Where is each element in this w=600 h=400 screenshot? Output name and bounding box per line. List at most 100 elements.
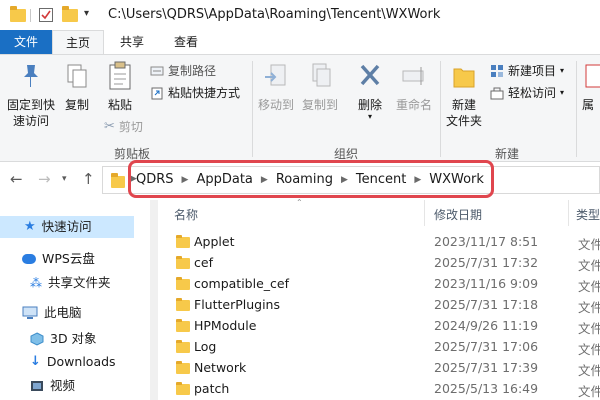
nav-item-downloads[interactable]: ↓ Downloads [0,351,150,373]
file-modified: 2025/5/13 16:49 [434,381,539,396]
ribbon-tabs: 文件 主页 共享 查看 [0,30,600,54]
tab-home[interactable]: 主页 [52,30,104,54]
file-modified: 2023/11/16 9:09 [434,276,539,291]
properties-button[interactable]: 属 [582,59,600,113]
folder-icon [176,256,190,269]
new-folder-label-1: 新建 [451,98,476,112]
paste-icon [109,61,131,90]
file-row-cef[interactable]: cef 2025/7/31 17:32 文件 [172,253,600,274]
up-arrow-icon[interactable]: ↑ [82,170,95,188]
file-modified: 2025/7/31 17:32 [434,255,539,270]
nav-item-quick-access[interactable]: ★ 快速访问 [0,216,134,238]
pin-icon [24,65,38,87]
copy-path-label: 复制路径 [168,64,217,78]
folder-icon [176,361,190,374]
rename-button[interactable]: 重命名 [392,59,436,113]
paste-label: 粘贴 [107,98,132,112]
easy-access-button[interactable]: 轻松访问 ▾ [490,85,564,101]
file-row-hpmodule[interactable]: HPModule 2024/9/26 11:19 文件 [172,316,600,337]
copy-to-button[interactable]: 复制到 [298,59,342,113]
nav-item-this-pc[interactable]: 此电脑 [0,302,150,324]
file-type: 文件 [578,258,600,273]
tab-view[interactable]: 查看 [160,30,212,54]
nav-item-videos[interactable]: 视频 [0,375,150,397]
file-row-log[interactable]: Log 2025/7/31 17:06 文件 [172,337,600,358]
copy-to-label: 复制到 [301,98,338,112]
tab-share[interactable]: 共享 [108,30,156,54]
pin-label-1: 固定到快 [6,98,55,112]
file-list: 名称 ⌃ 修改日期 类型 Applet 2023/11/17 8:51 文件 c… [158,198,600,400]
recent-locations-chevron-icon[interactable]: ▾ [62,174,67,184]
nav-item-label: 共享文件夹 [48,275,111,290]
file-row-network[interactable]: Network 2025/7/31 17:39 文件 [172,358,600,379]
nav-item-label: Downloads [46,354,116,369]
pin-label-2: 速访问 [12,114,49,128]
cloud-icon [22,254,36,264]
toolbar-divider [30,9,31,22]
new-item-button[interactable]: 新建项目 ▾ [490,63,564,79]
move-to-button[interactable]: 移动到 [256,59,296,113]
nav-item-label: 快速访问 [41,219,92,234]
delete-button[interactable]: 删除 ▾ [350,59,390,121]
file-modified: 2025/7/31 17:06 [434,339,539,354]
rename-label: 重命名 [395,98,432,112]
properties-icon [585,64,600,88]
computer-icon [22,306,38,319]
paste-shortcut-button[interactable]: 粘贴快捷方式 [150,85,240,101]
tab-file[interactable]: 文件 [0,30,52,54]
file-name: HPModule [194,318,257,333]
file-row-compatible-cef[interactable]: compatible_cef 2023/11/16 9:09 文件 [172,274,600,295]
copy-icon [67,64,87,88]
star-icon: ★ [24,219,36,234]
chevron-down-icon: ▾ [560,66,565,75]
file-type: 文件 [578,321,600,336]
file-row-patch[interactable]: patch 2025/5/13 16:49 文件 [172,379,600,400]
folder-icon [176,298,190,311]
properties-icon[interactable] [38,7,54,26]
pin-quick-access-button[interactable]: 固定到快 速访问 [2,59,60,129]
new-folder-button[interactable]: 新建 文件夹 [442,59,486,129]
nav-item-wps-cloud[interactable]: WPS云盘 [0,248,150,270]
copy-path-button[interactable]: 复制路径 [150,63,216,79]
address-highlight-annotation [128,160,494,198]
chevron-down-icon: ▾ [560,88,565,97]
download-icon: ↓ [30,354,41,369]
delete-icon [360,64,380,86]
customize-toolbar-icon[interactable]: ▾ [84,8,89,19]
easy-access-label: 轻松访问 [508,86,557,100]
file-type: 文件 [578,384,600,399]
delete-dropdown-icon[interactable]: ▾ [350,113,390,121]
paste-shortcut-icon [151,87,163,100]
column-divider[interactable] [568,200,569,226]
nav-item-label: WPS云盘 [42,251,95,266]
share-icon: ⁂ [30,276,42,290]
navigation-pane: ★ 快速访问 WPS云盘 ⁂ 共享文件夹 此电脑 3D 对象 ↓ Downloa… [0,200,150,400]
copy-button[interactable]: 复制 [60,59,94,113]
cube-icon [30,332,44,346]
column-header-modified[interactable]: 修改日期 [434,206,482,223]
cut-button[interactable]: ✂ 剪切 [104,119,143,135]
back-arrow-icon[interactable]: ← [10,170,23,188]
nav-item-label: 视频 [50,378,76,393]
column-divider[interactable] [424,200,425,226]
nav-item-label: 3D 对象 [50,331,97,346]
file-row-applet[interactable]: Applet 2023/11/17 8:51 文件 [172,232,600,253]
group-separator [576,61,577,157]
group-separator [440,61,441,157]
group-separator [252,61,253,157]
new-item-icon [491,65,503,77]
column-header-name[interactable]: 名称 [174,206,198,223]
new-item-label: 新建项目 [508,64,557,78]
file-type: 文件 [578,279,600,294]
file-row-flutterplugins[interactable]: FlutterPlugins 2025/7/31 17:18 文件 [172,295,600,316]
file-name: Applet [194,234,235,249]
paste-button[interactable]: 粘贴 [100,59,140,113]
file-name: compatible_cef [194,276,289,291]
forward-arrow-icon[interactable]: → [38,170,51,188]
nav-item-3d-objects[interactable]: 3D 对象 [0,328,150,350]
navigation-pane-scrollbar[interactable] [150,200,158,400]
copy-to-icon [312,63,331,87]
nav-item-shared-folder[interactable]: ⁂ 共享文件夹 [0,272,150,294]
column-header-type[interactable]: 类型 [576,206,600,223]
video-icon [31,381,43,391]
